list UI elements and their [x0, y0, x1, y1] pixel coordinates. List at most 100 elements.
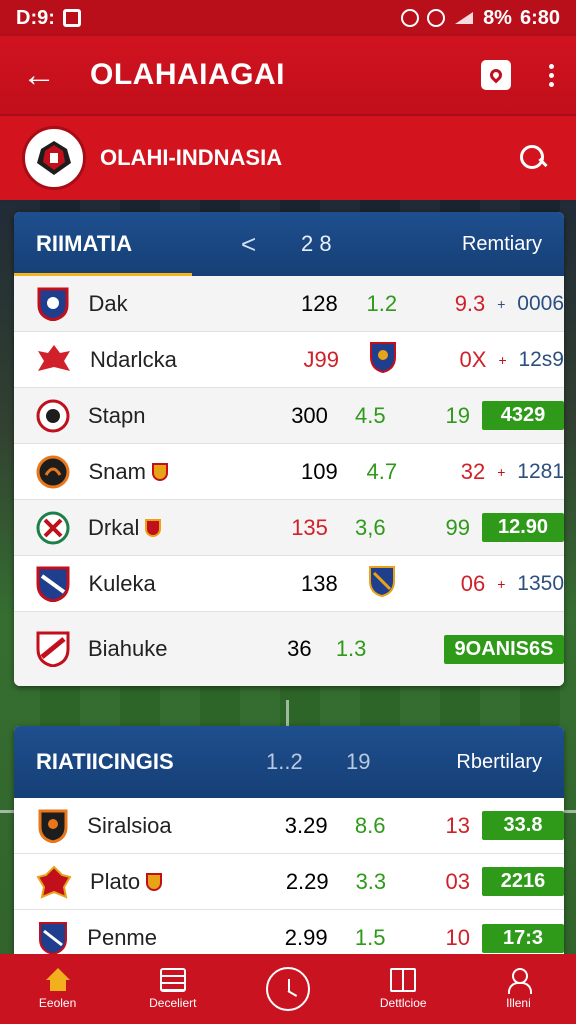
stat-value: 3,6 [355, 514, 386, 540]
bottom-nav: Eeolen Deceliert Dettlcioe Illeni [0, 954, 576, 1024]
team-crest-icon [36, 286, 71, 322]
score-pill: 4329 [482, 401, 564, 430]
nav-item-home[interactable]: Eeolen [0, 954, 115, 1024]
team-crest-icon [36, 920, 69, 954]
stat-value: 99 [445, 514, 470, 540]
stat-value: 1.2 [366, 290, 398, 316]
nav-item-book[interactable]: Dettlcioe [346, 954, 461, 1024]
team-name: Ndarlcka [90, 346, 177, 372]
app-title: OLAHAIAGAI [90, 58, 285, 91]
table-row[interactable]: Plato 2.29 3.3 03 2216 [14, 854, 564, 910]
stat-value: 4.5 [355, 402, 386, 428]
table-title: RIATIICINGIS [36, 749, 174, 774]
table-header: RIATIICINGIS 1..2 19 Rbertilary [14, 726, 564, 798]
alarm-icon [401, 9, 420, 27]
stat-value: 9.3 [454, 290, 486, 316]
stat-value: J99 [303, 346, 339, 372]
status-clock: 6:80 [519, 6, 560, 29]
document-icon [159, 968, 186, 992]
nav-label: Dettlcioe [379, 996, 427, 1010]
eagle-crest-icon [22, 126, 86, 190]
nav-label: Illeni [506, 996, 531, 1010]
chevron-left-icon[interactable]: < [241, 229, 301, 260]
stat-value: 138 [300, 570, 338, 596]
table-row[interactable]: Dak 128 1.2 9.3 + 0006 [14, 276, 564, 332]
badge-icon [145, 518, 162, 537]
alarm-icon [427, 9, 446, 27]
score-pill: 17:3 [481, 923, 564, 953]
stat-value: 3.29 [284, 812, 328, 838]
team-name: Siralsioa [87, 812, 172, 838]
header-right-label[interactable]: Rbertilary [416, 751, 542, 774]
trend-arrow-icon: + [497, 575, 506, 592]
table-row[interactable]: Ndarlcka J99 0X + 12s9 [14, 332, 564, 388]
stat-value: 03 [445, 868, 470, 894]
table-row[interactable]: Siralsioa 3.29 8.6 13 33.8 [14, 798, 564, 854]
stat-value: 135 [291, 514, 328, 540]
header-right-label[interactable]: Remtiary [421, 233, 542, 256]
table-row[interactable]: Stapn 300 4.5 19 4329 [14, 388, 564, 444]
brand-name: OLAHI-INDNASIA [100, 145, 283, 170]
nav-item-document[interactable]: Deceliert [115, 954, 230, 1024]
back-arrow-icon[interactable]: ← [22, 56, 62, 95]
status-pill: 9OANIS6S [443, 634, 564, 664]
team-crest-icon [36, 808, 69, 844]
table-title: RIIMATIA [36, 231, 133, 256]
table-row[interactable]: Biahuke 36 1.3 9OANIS6S [14, 612, 564, 686]
standings-card-1: RIIMATIA < 2 8 Remtiary Dak 128 1.2 9.3 … [14, 212, 564, 686]
status-bar: D:9: 8% 6:80 [0, 0, 576, 36]
stat-value: 2.29 [285, 868, 329, 894]
trend-arrow-icon: + [497, 295, 506, 312]
battery-percent: 8% [483, 6, 512, 29]
stat-value: 4.7 [366, 458, 398, 484]
notification-icon [62, 9, 81, 27]
share-icon[interactable] [481, 60, 511, 90]
stat-value: 10 [445, 925, 470, 950]
stat-value: 0X [459, 346, 487, 372]
more-vert-icon[interactable] [549, 63, 554, 87]
team-name-text: Plato [90, 868, 141, 894]
table-row[interactable]: Kuleka 138 06 + 1350 [14, 556, 564, 612]
team-name: Stapn [88, 402, 146, 428]
stat-value: 8.6 [354, 812, 386, 838]
team-crest-icon [36, 342, 72, 378]
team-name: Plato [90, 869, 237, 895]
nav-item-clock[interactable] [230, 954, 345, 1024]
nav-label: Eeolen [38, 996, 77, 1010]
table-row[interactable]: Snam 109 4.7 32 + 1281 [14, 444, 564, 500]
table-row[interactable]: Drkal 135 3,6 99 12.90 [14, 500, 564, 556]
stat-value: 32 [460, 458, 486, 484]
team-crest-icon [36, 398, 70, 434]
score-pill: 12.90 [482, 513, 564, 542]
stat-value: 2.99 [284, 925, 328, 950]
table-row[interactable]: Penme 2.99 1.5 10 17:3 [14, 910, 564, 954]
book-icon [390, 968, 417, 992]
change-value: 12s9 [518, 347, 564, 371]
team-name: Snam [89, 459, 242, 485]
score-pill: 2216 [481, 867, 564, 896]
team-name: Kuleka [88, 570, 156, 596]
score-pill: 33.8 [481, 811, 564, 840]
status-time-left: D:9: [16, 6, 55, 29]
change-value: 1281 [517, 459, 564, 483]
table-body: Siralsioa 3.29 8.6 13 33.8 Plato 2.29 3.… [14, 798, 564, 954]
opponent-crest-icon [339, 341, 427, 379]
stat-value: 300 [291, 402, 328, 428]
user-icon [505, 968, 533, 994]
stat-value: 36 [287, 636, 312, 661]
team-name: Biahuke [88, 636, 168, 661]
trend-arrow-icon: + [498, 351, 507, 368]
badge-icon [146, 872, 163, 891]
table-header: RIIMATIA < 2 8 Remtiary [14, 212, 564, 276]
round-label: 1..2 [266, 749, 303, 774]
team-crest-icon [36, 566, 71, 602]
team-name: Drkal [88, 515, 236, 541]
badge-icon [151, 462, 168, 481]
nav-item-user[interactable]: Illeni [461, 954, 576, 1024]
team-name: Dak [88, 290, 128, 316]
team-crest-icon [36, 510, 70, 546]
app-bar: ← OLAHAIAGAI [0, 36, 576, 114]
search-icon[interactable] [518, 143, 548, 173]
stat-value: 128 [300, 290, 338, 316]
stat-value: 3.3 [355, 868, 387, 894]
